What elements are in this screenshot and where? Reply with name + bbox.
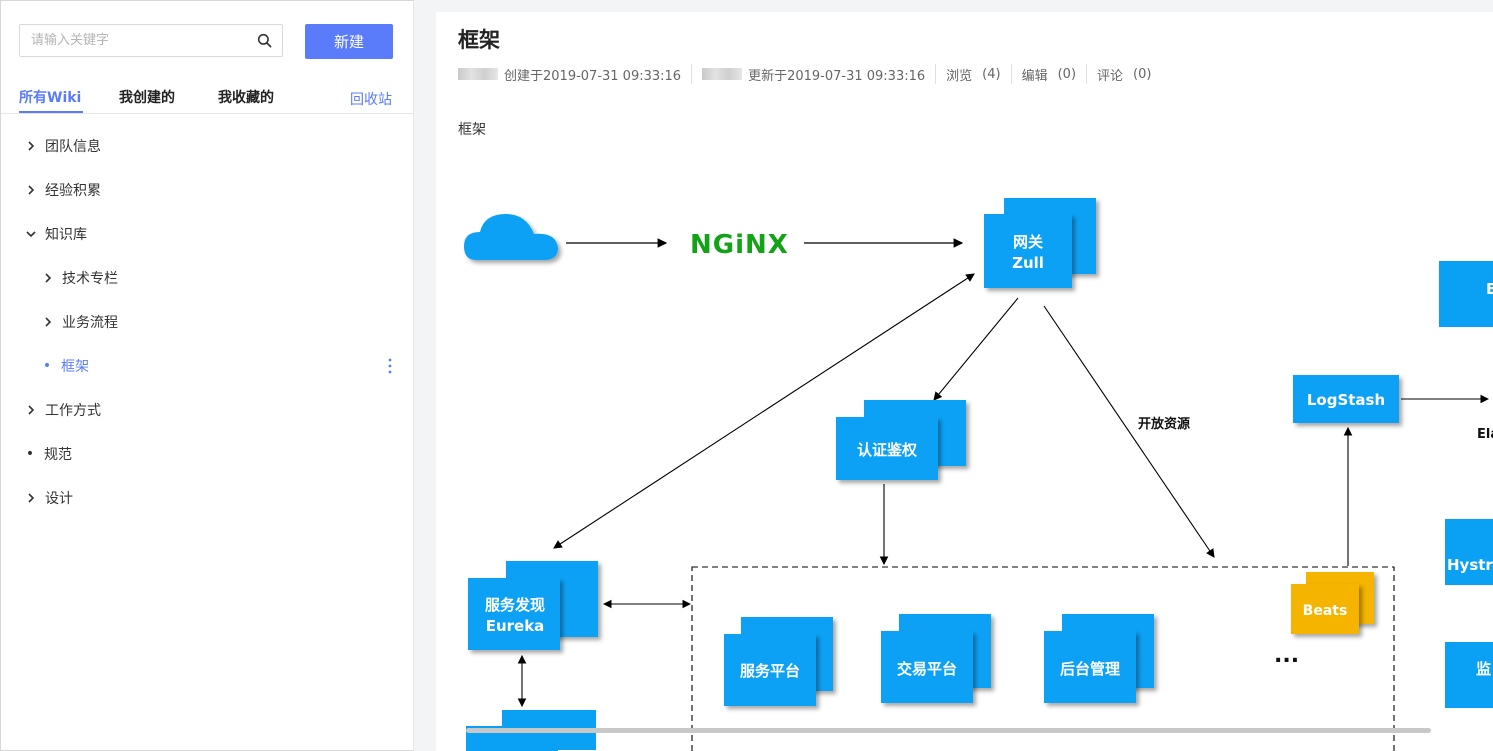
trade-platform-node: 交易平台 [881,614,991,703]
main-area: 框架 创建于2019-07-31 09:33:16 更新于2019-07-31 … [414,0,1493,751]
logstash-node: LogStash [1293,375,1399,423]
right-top-label: E [1486,280,1493,298]
discovery-label-1: 服务发现 [485,596,545,614]
tree-item-label: 技术专栏 [62,271,118,287]
document-card: 框架 创建于2019-07-31 09:33:16 更新于2019-07-31 … [436,12,1493,751]
tree-item-label: 业务流程 [62,315,118,331]
backend-admin-node: 后台管理 [1044,614,1154,703]
tree-item-label: 框架 [61,359,89,375]
trade-platform-label: 交易平台 [897,660,957,678]
views-count: (4) [982,66,1001,82]
editor-avatar-blurred [702,68,743,80]
sidebar: 新建 所有Wiki 我创建的 我收藏的 回收站 团队信息 经验积累 知识库 技术… [0,0,414,751]
divider [691,64,693,84]
monitor-partial-label: 监 [1476,660,1491,678]
elastic-partial-label: Ela [1477,427,1493,442]
tree-item-business-process[interactable]: 业务流程 [40,311,118,333]
service-platform-label: 服务平台 [740,662,800,680]
ellipsis-label: ... [1274,643,1299,668]
tree-item-label: 工作方式 [45,403,101,419]
beats-node: Beats [1291,572,1374,634]
auth-node: 认证鉴权 [836,400,966,480]
search-box [19,24,283,57]
service-platform-node: 服务平台 [724,617,833,706]
cloud-icon [464,214,558,260]
tree-item-label: 设计 [45,491,73,507]
chevron-down-icon[interactable] [23,226,39,242]
bullet-icon: • [25,446,35,462]
chevron-right-icon[interactable] [23,490,39,506]
auth-label: 认证鉴权 [857,441,918,459]
search-input[interactable] [20,25,250,56]
search-icon[interactable] [257,33,272,48]
tree-item-team-info[interactable]: 团队信息 [23,135,101,157]
active-tab-indicator [19,111,83,113]
chevron-right-icon[interactable] [23,402,39,418]
open-resources-label: 开放资源 [1138,416,1190,432]
nginx-logo: NGiNX [690,230,789,260]
document-meta: 创建于2019-07-31 09:33:16 更新于2019-07-31 09:… [458,64,1151,84]
chevron-right-icon[interactable] [23,138,39,154]
tree-item-design[interactable]: 设计 [23,487,73,509]
tab-my-favorites[interactable]: 我收藏的 [218,87,274,107]
body-text: 框架 [458,122,486,138]
views-label: 浏览 [946,68,973,84]
more-vertical-icon[interactable] [385,356,395,376]
tab-my-created[interactable]: 我创建的 [119,87,175,107]
beats-label: Beats [1303,603,1348,619]
divider [1086,64,1088,84]
comments-count: (0) [1133,66,1152,82]
tree-item-framework[interactable]: • 框架 [39,355,89,377]
updated-time: 更新于2019-07-31 09:33:16 [748,68,926,84]
tree-item-experience[interactable]: 经验积累 [23,179,101,201]
tree-item-tech-column[interactable]: 技术专栏 [40,267,118,289]
page-title: 框架 [458,28,500,52]
chevron-right-icon[interactable] [40,314,56,330]
hystrix-node [1445,519,1493,585]
wiki-tabs: 所有Wiki 我创建的 我收藏的 回收站 [1,85,414,114]
recycle-bin-link[interactable]: 回收站 [350,89,392,109]
hystrix-partial-label: Hystr [1447,556,1493,574]
chevron-right-icon[interactable] [40,270,56,286]
tree-item-label: 规范 [44,447,72,463]
tree-item-work-style[interactable]: 工作方式 [23,399,101,421]
gateway-label-1: 网关 [1013,233,1043,251]
backend-admin-label: 后台管理 [1060,660,1120,678]
tree-item-label: 团队信息 [45,139,101,155]
chevron-right-icon[interactable] [23,182,39,198]
edits-label[interactable]: 编辑 [1022,65,1048,84]
architecture-diagram: NGiNX 网关 Zull 开放资源 认证鉴权 LogStash E El Hy… [464,198,1493,751]
gateway-node: 网关 Zull [984,198,1096,288]
discovery-label-2: Eureka [486,617,545,635]
horizontal-scrollbar[interactable] [466,728,1431,733]
tab-all-wiki[interactable]: 所有Wiki [19,87,81,107]
logstash-label: LogStash [1307,391,1385,409]
edits-count: (0) [1057,66,1077,82]
tree-item-label: 知识库 [45,227,87,243]
bullet-icon: • [42,358,52,374]
discovery-node: 服务发现 Eureka [468,561,598,650]
created-time: 创建于2019-07-31 09:33:16 [504,68,682,84]
tree-item-standards[interactable]: • 规范 [22,443,72,465]
divider [935,64,937,84]
divider [1010,64,1012,84]
tree-item-label: 经验积累 [45,183,101,199]
author-avatar-blurred [458,68,498,80]
tree-item-knowledge-base[interactable]: 知识库 [23,223,87,245]
right-top-node [1439,261,1493,327]
comments-label[interactable]: 评论 [1097,65,1123,84]
new-button[interactable]: 新建 [305,24,393,59]
gateway-label-2: Zull [1012,254,1044,272]
